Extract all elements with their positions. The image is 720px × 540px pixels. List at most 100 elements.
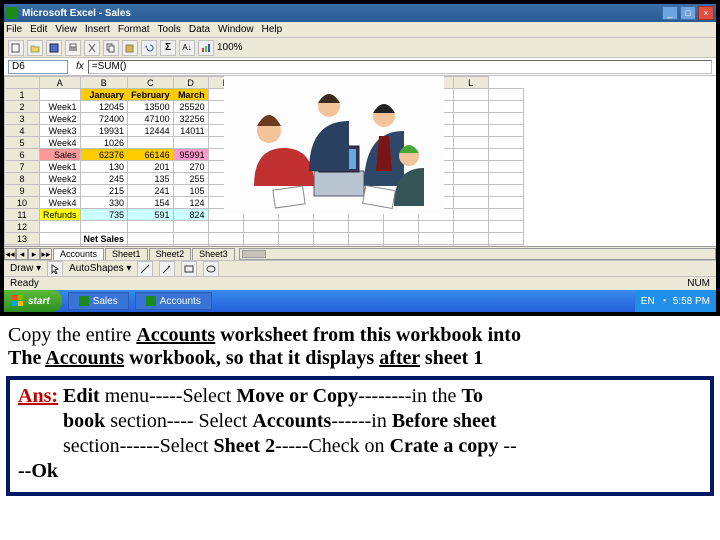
cell[interactable] <box>453 221 488 233</box>
cell[interactable]: 12045 <box>80 101 128 113</box>
print-icon[interactable] <box>65 40 81 56</box>
cell[interactable] <box>40 221 81 233</box>
cell[interactable]: Refunds <box>40 209 81 221</box>
autoshapes-menu[interactable]: AutoShapes ▾ <box>69 263 131 274</box>
column-header[interactable]: D <box>173 77 208 89</box>
cell[interactable] <box>313 245 348 247</box>
start-button[interactable]: start <box>4 290 62 312</box>
cell[interactable]: 201 <box>128 161 174 173</box>
row-header[interactable]: 1 <box>5 89 40 101</box>
cell[interactable] <box>488 113 523 125</box>
menu-data[interactable]: Data <box>189 24 210 35</box>
zoom-combo[interactable]: 100% <box>217 42 243 53</box>
cell[interactable]: 12444 <box>128 125 174 137</box>
sheet-tab-sheet2[interactable]: Sheet2 <box>149 248 192 260</box>
fx-label[interactable]: fx <box>76 61 84 72</box>
menu-window[interactable]: Window <box>218 24 254 35</box>
cell[interactable]: 270 <box>173 161 208 173</box>
cell[interactable] <box>453 113 488 125</box>
cell[interactable] <box>488 233 523 245</box>
row-header[interactable]: 9 <box>5 185 40 197</box>
taskbar-item-sales[interactable]: Sales <box>68 292 129 310</box>
row-header[interactable]: 7 <box>5 161 40 173</box>
cell[interactable] <box>453 161 488 173</box>
close-button[interactable]: × <box>698 6 714 20</box>
cell[interactable] <box>40 233 81 245</box>
copy-icon[interactable] <box>103 40 119 56</box>
cell[interactable] <box>418 233 453 245</box>
tab-nav-last-icon[interactable]: ▸▸ <box>40 248 52 260</box>
cell[interactable]: 13500 <box>128 101 174 113</box>
cell[interactable]: Week3 <box>40 185 81 197</box>
cell[interactable] <box>243 221 278 233</box>
cell[interactable] <box>243 233 278 245</box>
row-header[interactable]: 12 <box>5 221 40 233</box>
cell[interactable]: 66146 <box>128 149 174 161</box>
row-header[interactable]: 6 <box>5 149 40 161</box>
cell[interactable]: 215 <box>80 185 128 197</box>
cell[interactable] <box>418 245 453 247</box>
cell[interactable]: Week1 <box>40 161 81 173</box>
cell[interactable] <box>278 221 313 233</box>
cell[interactable] <box>313 233 348 245</box>
column-header[interactable]: A <box>40 77 81 89</box>
cell[interactable] <box>418 221 453 233</box>
cell[interactable]: 95991 <box>173 149 208 161</box>
horizontal-scrollbar[interactable] <box>239 248 716 260</box>
column-header[interactable]: L <box>453 77 488 89</box>
maximize-button[interactable]: □ <box>680 6 696 20</box>
cell[interactable] <box>488 149 523 161</box>
cell[interactable]: 330 <box>80 197 128 209</box>
row-header[interactable]: 3 <box>5 113 40 125</box>
cell[interactable]: March <box>173 89 208 101</box>
name-box[interactable] <box>8 60 68 74</box>
open-icon[interactable] <box>27 40 43 56</box>
cell[interactable] <box>173 221 208 233</box>
cell[interactable] <box>80 221 128 233</box>
rectangle-icon[interactable] <box>181 261 197 277</box>
cell[interactable] <box>488 137 523 149</box>
tab-nav-first-icon[interactable]: ◂◂ <box>4 248 16 260</box>
cell[interactable]: 154 <box>128 197 174 209</box>
cell[interactable] <box>383 233 418 245</box>
sheet-tab-sheet1[interactable]: Sheet1 <box>105 248 148 260</box>
cell[interactable]: 25520 <box>173 101 208 113</box>
cell[interactable]: 591 <box>128 209 174 221</box>
cell[interactable] <box>453 125 488 137</box>
cell[interactable]: 245 <box>80 173 128 185</box>
cell[interactable]: Week1 <box>40 101 81 113</box>
cell[interactable]: 19931 <box>80 125 128 137</box>
sheet-tab-sheet3[interactable]: Sheet3 <box>192 248 235 260</box>
taskbar-item-accounts[interactable]: Accounts <box>135 292 212 310</box>
cell[interactable]: 72400 <box>80 113 128 125</box>
cell[interactable] <box>453 185 488 197</box>
cell[interactable] <box>488 185 523 197</box>
menu-edit[interactable]: Edit <box>30 24 47 35</box>
cell[interactable] <box>488 245 523 247</box>
sheet-tab-accounts[interactable]: Accounts <box>53 248 104 260</box>
cell[interactable] <box>453 89 488 101</box>
cell[interactable]: 735 <box>80 209 128 221</box>
cell[interactable]: Net Sales <box>80 233 128 245</box>
row-header[interactable]: 11 <box>5 209 40 221</box>
menu-view[interactable]: View <box>55 24 77 35</box>
undo-icon[interactable] <box>141 40 157 56</box>
cell[interactable] <box>453 233 488 245</box>
arrow-icon[interactable] <box>159 261 175 277</box>
cell[interactable]: 124 <box>173 197 208 209</box>
cell[interactable] <box>40 245 81 247</box>
column-header[interactable]: C <box>128 77 174 89</box>
cell[interactable] <box>453 245 488 247</box>
cell[interactable] <box>128 233 174 245</box>
cell[interactable]: 105 <box>173 185 208 197</box>
cell[interactable] <box>488 173 523 185</box>
cell[interactable]: 130 <box>80 161 128 173</box>
cell[interactable] <box>208 245 243 247</box>
cell[interactable] <box>173 137 208 149</box>
cell[interactable]: 32256 <box>173 113 208 125</box>
cell[interactable] <box>488 89 523 101</box>
cell[interactable]: 824 <box>173 209 208 221</box>
pointer-icon[interactable] <box>47 261 63 277</box>
cell[interactable]: Week2 <box>40 173 81 185</box>
cell[interactable]: 1026 <box>80 137 128 149</box>
